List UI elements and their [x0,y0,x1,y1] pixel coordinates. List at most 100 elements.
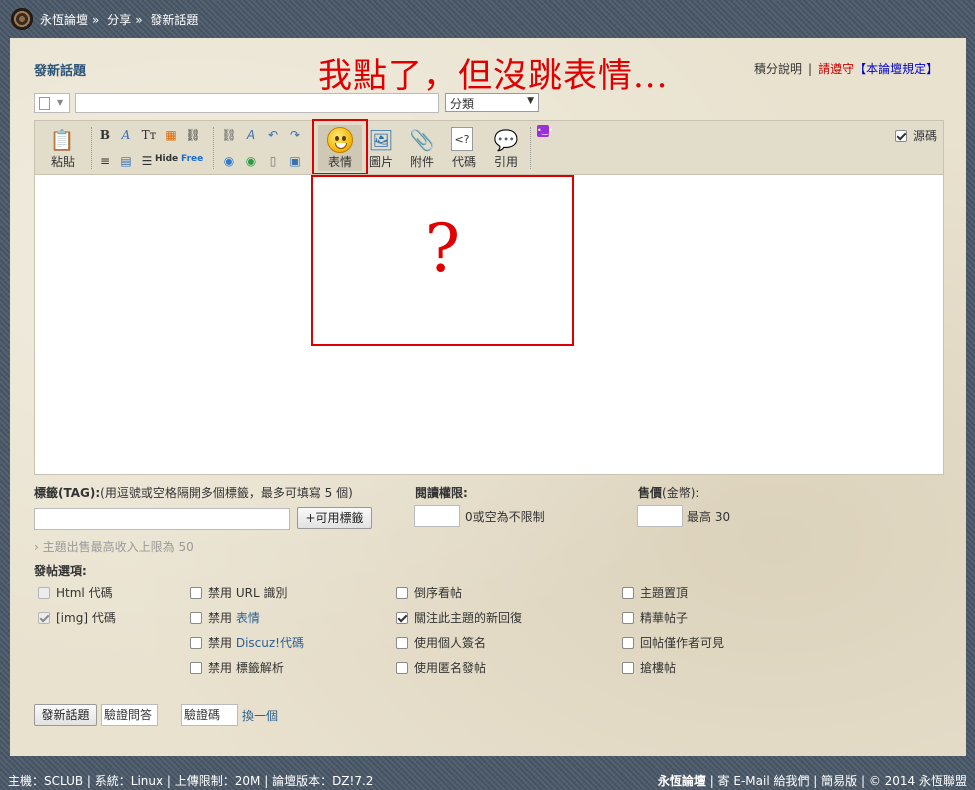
image-icon[interactable]: 🖼 [368,127,394,153]
float-icon[interactable]: ▣ [287,153,303,169]
footer: 主機：SCLUB | 系統：Linux | 上傳限制：20M | 論壇版本：DZ… [0,770,975,790]
site-logo-icon[interactable] [11,8,33,30]
checkbox[interactable] [622,637,634,649]
page-title: 發新話題 [34,64,87,79]
page-icon[interactable]: ▯ [265,153,281,169]
checkbox[interactable] [396,587,408,599]
option-floor-grab[interactable]: 搶樓帖 [622,661,676,675]
option-sticky[interactable]: 主題置頂 [622,586,688,600]
option-html-code[interactable]: Html 代碼 [38,586,113,600]
option-img-code[interactable]: [img] 代碼 [38,611,116,625]
code-icon[interactable]: <? [451,127,473,151]
captcha-input[interactable]: 驗證碼 [181,704,238,726]
footer-server-info: 主機：SCLUB | 系統：Linux | 上傳限制：20M | 論壇版本：DZ… [8,774,374,788]
smilies-button[interactable]: 表情 [312,119,368,175]
source-mode-checkbox[interactable]: 源碼 [894,127,937,144]
bold-button[interactable]: B [97,127,113,143]
paste-button[interactable]: 粘貼 [47,153,79,170]
editor-toolbar: 📋 粘貼 B A Tт ▦ ⛓ ≡ ▤ ☰ Hide Free ⛓ A ↶ ↷ … [34,119,944,175]
post-submit-button[interactable]: 發新話題 [34,704,97,726]
checkbox[interactable] [622,662,634,674]
breadcrumb: 永恆論壇» 分享» 發新話題 [40,13,199,27]
option-author-only-reply[interactable]: 回帖僅作者可見 [622,636,724,650]
checkbox[interactable] [38,612,50,624]
font-size-button[interactable]: Tт [139,127,159,143]
option-disable-smilies[interactable]: 禁用 表情 [190,611,260,625]
rules-link[interactable]: 【本論壇規定】 [854,62,938,76]
remove-format-icon[interactable]: A [243,127,259,143]
footer-links: 永恆論壇 | 寄 E-Mail 給我們 | 簡易版 | © 2014 永恆聯盟 [657,774,967,788]
code-button[interactable]: 代碼 [448,153,480,170]
align-left-icon[interactable]: ≡ [97,153,113,169]
price-label: 售價(金幣): [638,486,700,500]
toolbar-divider [91,127,92,169]
checkbox[interactable] [190,612,202,624]
available-tags-button[interactable]: +可用標籤 [297,507,372,529]
table-icon[interactable]: ▤ [118,153,134,169]
read-permission-hint: 0或空為不限制 [465,510,545,524]
top-links: 積分說明 | 請遵守【本論壇規定】 [754,62,939,76]
breadcrumb-forum[interactable]: 分享 [107,13,131,27]
tag-input[interactable] [34,508,290,530]
points-help-link[interactable]: 積分說明 [754,62,802,76]
post-icon-select[interactable]: ▼ [34,93,70,113]
option-use-signature[interactable]: 使用個人簽名 [396,636,486,650]
checkbox[interactable] [190,637,202,649]
quote-icon[interactable]: 💬 [493,127,519,153]
category-select[interactable]: 分類 ▼ [445,93,539,112]
undo-icon[interactable]: ↶ [265,127,281,143]
clipboard-icon[interactable]: 📋 [49,127,75,153]
image-button[interactable]: 圖片 [365,153,397,170]
tag-label: 標籤(TAG):(用逗號或空格隔開多個標籤，最多可填寫 5 個) [34,486,353,500]
chevron-down-icon: ▼ [57,98,64,107]
checkbox[interactable] [396,612,408,624]
breadcrumb-site[interactable]: 永恆論壇 [40,13,88,27]
toolbar-divider [530,127,531,169]
unlink-icon[interactable]: ⛓ [221,127,237,143]
red-annotation-text: 我點了，但沒跳表情... [318,56,669,96]
please-follow-text: 請遵守 [818,62,855,76]
media-icon[interactable]: ◉ [221,153,237,169]
footer-site-link[interactable]: 永恆論壇 [658,774,706,788]
option-disable-url[interactable]: 禁用 URL 識別 [190,586,287,600]
smilies-label: 表情 [327,155,352,169]
quote-button[interactable]: 引用 [490,153,522,170]
smiley-icon [327,127,353,153]
option-reverse-order[interactable]: 倒序看帖 [396,586,462,600]
paperclip-icon[interactable]: 📎 [409,127,435,153]
emoticon-purple-icon[interactable]: •‿• [537,125,553,137]
read-permission-input[interactable] [414,505,460,527]
checkbox[interactable] [396,662,408,674]
verify-question-input[interactable]: 驗證問答 [101,704,158,726]
flash-icon[interactable]: ◉ [243,153,259,169]
checkbox[interactable] [396,637,408,649]
checkbox[interactable] [190,662,202,674]
chevron-down-icon: ▼ [527,96,534,106]
color-grid-icon[interactable]: ▦ [163,127,179,143]
breadcrumb-current: 發新話題 [150,13,199,27]
option-disable-tag-parse[interactable]: 禁用 標籤解析 [190,661,284,675]
checkbox[interactable] [622,587,634,599]
option-digest[interactable]: 精華帖子 [622,611,688,625]
attach-button[interactable]: 附件 [406,153,438,170]
free-button[interactable]: Free [181,154,203,164]
question-mark-annotation: ? [424,210,461,287]
checkbox[interactable] [38,587,50,599]
checkbox[interactable] [622,612,634,624]
font-icon[interactable]: A [118,127,134,143]
source-checkbox[interactable] [894,130,907,142]
option-follow-replies[interactable]: 關注此主題的新回復 [396,611,522,625]
redo-icon[interactable]: ↷ [287,127,303,143]
price-input[interactable] [637,505,683,527]
checkbox[interactable] [190,587,202,599]
price-max-hint: 最高 30 [687,510,731,524]
hide-button[interactable]: Hide [155,154,178,164]
link-icon[interactable]: ⛓ [185,127,201,143]
option-anonymous[interactable]: 使用匿名發帖 [396,661,486,675]
list-icon[interactable]: ☰ [139,153,155,169]
option-disable-discuz-code[interactable]: 禁用 Discuz!代碼 [190,636,304,650]
document-icon [39,97,50,110]
captcha-refresh-link[interactable]: 換一個 [242,707,278,724]
top-bar: 永恆論壇» 分享» 發新話題 [0,0,975,38]
subject-input[interactable] [75,93,439,113]
